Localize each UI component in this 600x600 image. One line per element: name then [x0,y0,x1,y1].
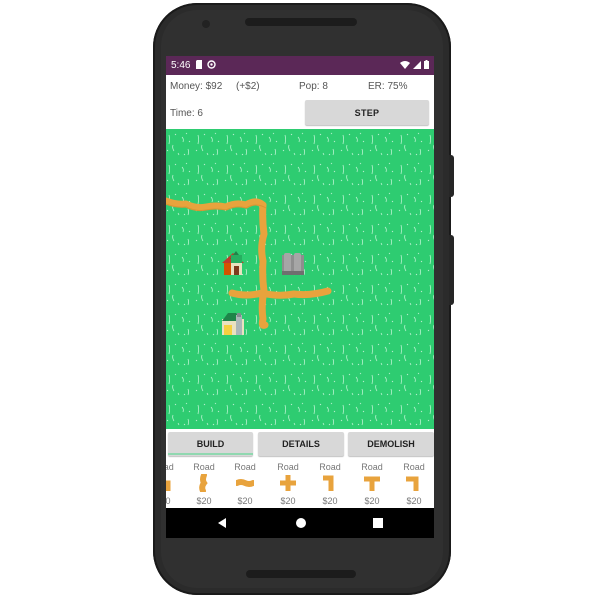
recents-icon[interactable] [373,518,383,528]
signal-icon [413,60,421,71]
app-screen: 5:46 Money: $92 (+$2) Pop: 8 ER: 75% Tim… [166,56,434,538]
map-canvas[interactable] [166,129,434,429]
palette-item-name: Road [361,462,383,472]
palette-item-name: Road [234,462,256,472]
sync-icon [207,60,217,71]
road-tile-icon [280,475,296,491]
palette-item-name: Road [319,462,341,472]
road-tile-icon [364,476,380,491]
palette-item-price: $20 [196,496,212,506]
status-bar: 5:46 [166,56,434,75]
palette-item[interactable]: Road $20 [227,459,263,509]
tab-build-indicator [168,453,253,455]
grass-field [166,129,434,429]
palette-item-name: Road [277,462,299,472]
tab-demolish[interactable]: DEMOLISH [348,432,434,456]
tab-details[interactable]: DETAILS [258,432,344,456]
time-label: Time: 6 [170,108,203,119]
road-tile-icon [166,480,171,491]
volume-button [449,235,454,305]
palette-item-price: $20 [280,496,296,506]
palette-item-name: Road [193,462,215,472]
time-bar: Time: 6 STEP [166,98,434,129]
bottom-speaker [246,570,356,578]
palette-item-name: Road [166,462,174,472]
population-label: Pop: 8 [299,81,328,92]
front-camera [202,20,210,28]
build-palette: Road $20 Road $20 Road $20 Road $20 Road… [166,459,434,509]
home-icon[interactable] [296,518,306,528]
top-speaker [245,18,357,26]
tab-bar: BUILD DETAILS DEMOLISH [166,429,434,459]
road-tile-icon [323,475,334,491]
palette-item-name: Road [403,462,425,472]
money-delta: (+$2) [236,81,260,92]
road-tile-icon [406,476,419,491]
palette-item-price: $20 [237,496,253,506]
city-map[interactable] [166,129,434,429]
palette-item[interactable]: Road $20 [354,459,390,509]
step-button[interactable]: STEP [305,100,429,125]
er-label: ER: 75% [368,81,408,92]
power-button [449,155,454,197]
sd-card-icon [196,60,203,71]
status-time: 5:46 [171,60,191,71]
back-icon[interactable] [218,518,226,528]
palette-item-price: $20 [406,496,422,506]
palette-item[interactable]: Road $20 [186,459,222,509]
factory-icon[interactable] [282,253,304,275]
nav-bar [166,508,434,538]
palette-item[interactable]: Road $20 [396,459,432,509]
road-tile-icon [199,474,208,492]
battery-icon [424,60,429,71]
money-label: Money: $92 [170,81,223,92]
palette-item-price: $20 [322,496,338,506]
palette-item[interactable]: Road $20 [270,459,306,509]
palette-item-price: $20 [364,496,380,506]
road-tile-icon [236,479,254,487]
palette-item[interactable]: Road $20 [312,459,348,509]
palette-item-price: $20 [166,496,171,506]
info-bar: Money: $92 (+$2) Pop: 8 ER: 75% [166,75,434,98]
palette-item[interactable]: Road $20 [166,459,181,509]
wifi-icon [400,60,410,71]
